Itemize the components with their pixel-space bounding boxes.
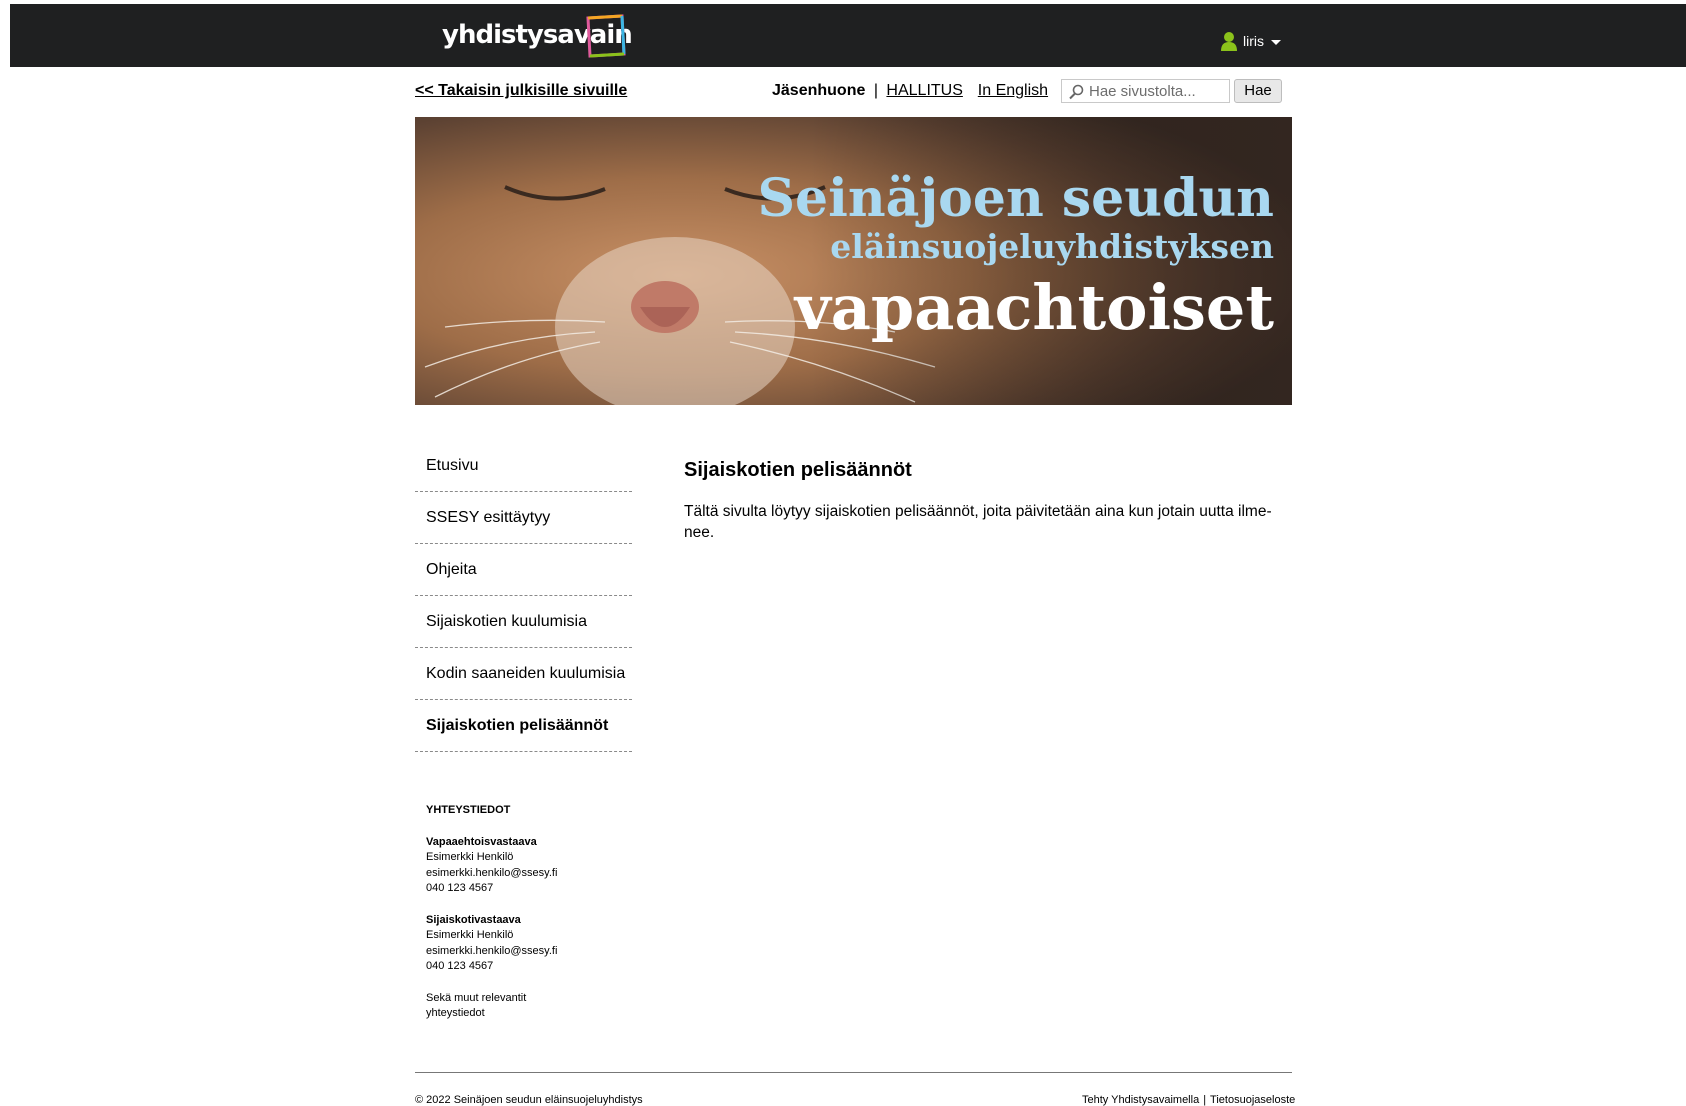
contact-other-line1: Sekä muut relevantit [426,991,527,1004]
banner-title-line1: Seinäjoen seudun [757,168,1274,229]
search-button[interactable]: Hae [1234,79,1282,103]
member-nav: Jäsenhuone | HALLITUS In English [772,82,1048,100]
english-link[interactable]: In English [978,82,1048,99]
footer-links: Tehty Yhdistysavaimella | Tietosuojaselost… [1082,1094,1295,1106]
contact-phone: 040 123 4567 [426,960,494,972]
sidebar-nav: Etusivu SSESY esittäytyy Ohjeita Sijaisk… [415,440,632,752]
sidebar-item-sijaiskotien-kuulumisia[interactable]: Sijaiskotien kuulumisia [415,596,632,648]
search-input[interactable] [1089,81,1225,101]
contact-other-line2: yhteystiedot [426,1007,485,1019]
nav-separator: | [873,82,878,99]
sidebar-item-sijaiskotien-pelisaannot[interactable]: Sijaiskotien pelisäännöt [415,700,632,752]
made-with-link[interactable]: Tehty Yhdistysavaimella [1082,1094,1199,1106]
user-name: liris [1243,33,1264,49]
logo-frame-icon [586,14,626,58]
contact-name: Esimerkki Henkilö [426,851,514,863]
contact-block: Vapaaehtoisvastaava Esimerkki Henkilö es… [426,835,626,897]
contact-email: esimerkki.henkilo@ssesy.fi [426,944,558,957]
contact-email: esimerkki.henkilo@ssesy.fi [426,866,558,879]
back-to-public-link[interactable]: << Takaisin julkisille sivuille [415,82,627,100]
footer-divider [415,1072,1292,1073]
search-box [1061,79,1230,103]
sidebar-item-kodin-saaneiden-kuulumisia[interactable]: Kodin saaneiden kuulumisia [415,648,632,700]
search-icon [1069,84,1084,100]
contact-name: Esimerkki Henkilö [426,929,514,941]
member-room-label: Jäsenhuone [772,82,866,99]
page-title: Sijaiskotien pelisäännöt [684,459,912,481]
user-menu[interactable]: liris [1220,30,1281,52]
chevron-down-icon [1271,39,1281,45]
board-link[interactable]: HALLITUS [886,82,962,99]
page-body-text: Tältä sivulta löytyy sijaiskotien pelisä… [684,503,1272,541]
sidebar-item-ohjeita[interactable]: Ohjeita [415,544,632,596]
contact-heading: YHTEYSTIEDOT [426,804,511,816]
contact-role: Sijaiskotivastaava [426,913,521,926]
banner-title-line2: eläinsuojeluyhdistyksen [830,227,1274,266]
banner-title-line3: vapaachtoiset [794,271,1274,344]
sidebar-item-etusivu[interactable]: Etusivu [415,440,632,492]
privacy-link[interactable]: Tietosuojaseloste [1210,1094,1295,1106]
contact-role: Vapaaehtoisvastaava [426,835,537,848]
footer-copyright: © 2022 Seinäjoen seudun eläinsuojeluyhdi… [415,1094,643,1106]
footer-separator: | [1203,1094,1207,1106]
header-banner: Seinäjoen seudun eläinsuojeluyhdistyksen… [415,117,1292,405]
contact-phone: 040 123 4567 [426,882,494,894]
yhdistysavain-logo[interactable]: yhdistysavain [432,14,633,60]
contact-other: Sekä muut relevantit yhteystiedot [426,991,626,1022]
sidebar-item-ssesy-esittaytyy[interactable]: SSESY esittäytyy [415,492,632,544]
user-icon [1221,32,1237,51]
contact-block: Sijaiskotivastaava Esimerkki Henkilö esi… [426,913,626,975]
top-bar: yhdistysavain liris [10,4,1686,67]
contact-info: YHTEYSTIEDOT Vapaaehtoisvastaava Esimerk… [426,803,626,1022]
